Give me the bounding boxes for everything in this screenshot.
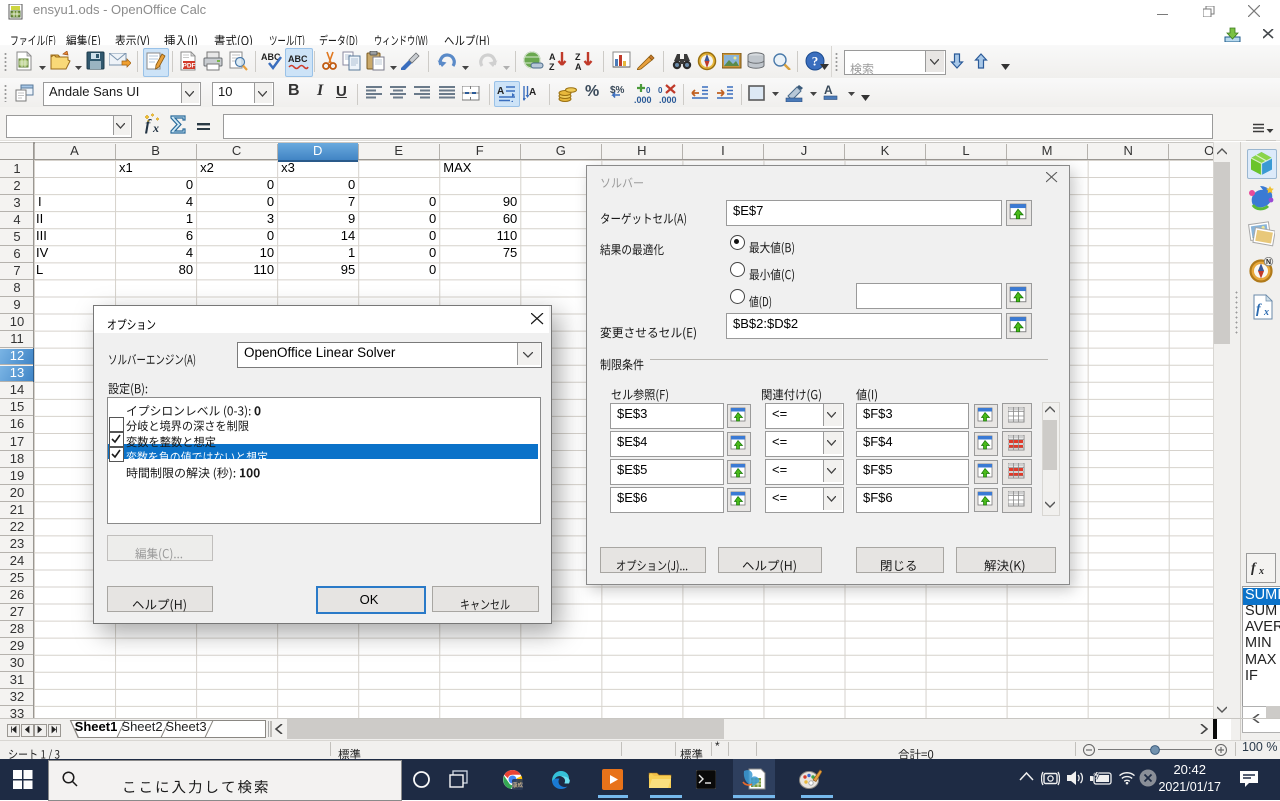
svg-text:ABC: ABC: [288, 54, 308, 64]
svg-text:A: A: [529, 87, 536, 98]
svg-text:.000: .000: [634, 95, 652, 104]
svg-text:康成: 康成: [512, 781, 523, 789]
svg-text:x: x: [152, 121, 159, 134]
svg-text:N: N: [1266, 259, 1271, 266]
svg-text:0: 0: [658, 86, 663, 95]
svg-text:0: 0: [646, 86, 651, 95]
svg-text:Z: Z: [549, 62, 555, 71]
svg-text:x: x: [1258, 566, 1264, 576]
svg-text:A: A: [549, 52, 556, 62]
svg-text:f: f: [145, 117, 152, 134]
svg-text:A: A: [575, 62, 582, 71]
svg-text:A: A: [824, 83, 833, 97]
svg-text:x: x: [1263, 307, 1269, 318]
svg-text:A: A: [497, 86, 504, 97]
svg-text:.000: .000: [659, 95, 677, 104]
svg-text:PDF: PDF: [183, 63, 196, 70]
svg-text:?: ?: [812, 54, 819, 69]
svg-text:f: f: [1251, 561, 1257, 576]
svg-text:Z: Z: [575, 52, 581, 62]
